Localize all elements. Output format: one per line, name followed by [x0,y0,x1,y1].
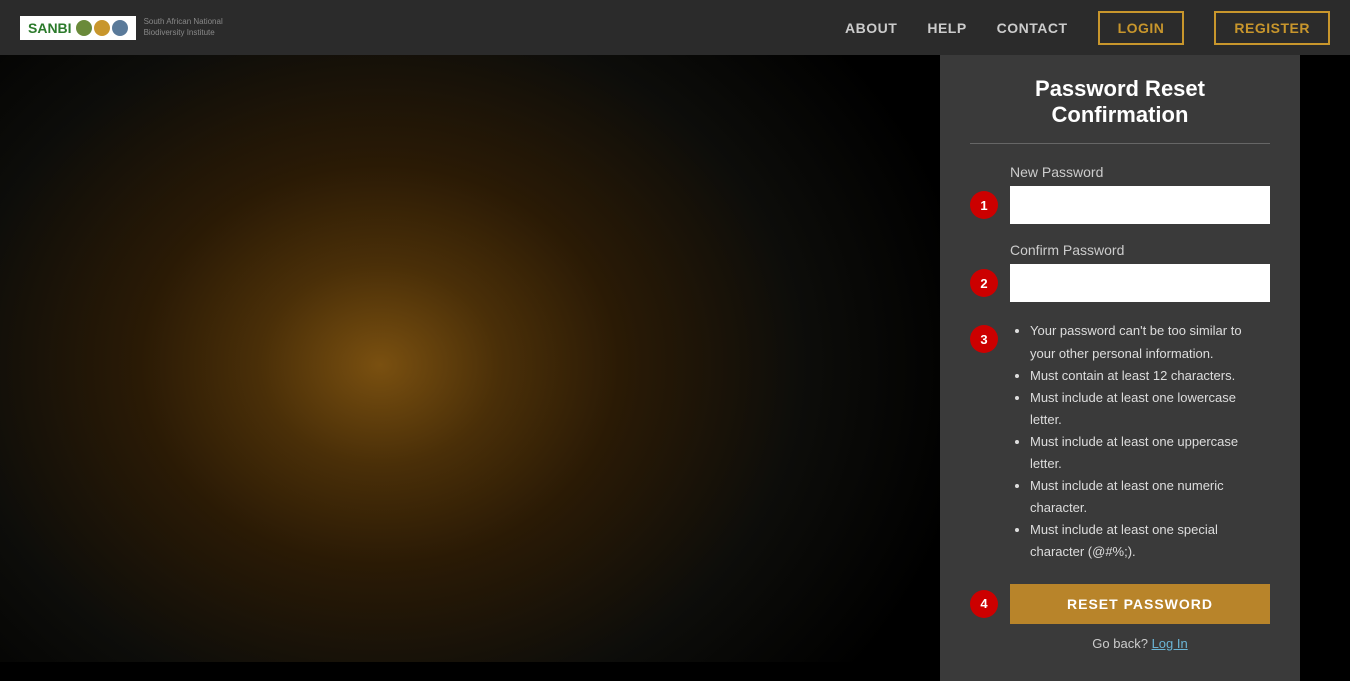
req-item-0: Your password can't be too similar to yo… [1030,320,1270,364]
step-badge-2: 2 [970,269,998,297]
req-item-4: Must include at least one numeric charac… [1030,475,1270,519]
nav-about[interactable]: ABOUT [845,20,897,36]
login-button[interactable]: LOGIN [1098,11,1185,45]
reset-password-button[interactable]: RESET PASSWORD [1010,584,1270,624]
confirm-password-row: 2 [1010,264,1270,302]
logo-container: SANBI South African National Biodiversit… [20,16,223,40]
logo-icon-1 [76,20,92,36]
logo-subtitle-line2: Biodiversity Institute [144,28,223,38]
confirm-password-group: Confirm Password 2 [1010,242,1270,302]
logo-text: SANBI [28,20,72,36]
card-title: Password Reset Confirmation [970,76,1270,144]
req-item-2: Must include at least one lowercase lett… [1030,387,1270,431]
logo-icons [76,20,128,36]
login-link[interactable]: Log In [1152,636,1188,651]
password-reset-card: Password Reset Confirmation New Password… [940,46,1300,680]
new-password-group: New Password 1 [1010,164,1270,224]
reset-button-row: 4 RESET PASSWORD [1010,584,1270,624]
go-back-section: Go back? Log In [1010,636,1270,651]
req-item-5: Must include at least one special charac… [1030,519,1270,563]
logo-subtitle-line1: South African National [144,17,223,27]
step-badge-3: 3 [970,325,998,353]
requirements-list: Your password can't be too similar to yo… [1010,320,1270,563]
navbar: SANBI South African National Biodiversit… [0,0,1350,55]
nav-help[interactable]: HELP [927,20,966,36]
register-button[interactable]: REGISTER [1214,11,1330,45]
req-item-3: Must include at least one uppercase lett… [1030,431,1270,475]
nav-links: ABOUT HELP CONTACT LOGIN REGISTER [845,11,1330,45]
logo-box: SANBI [20,16,136,40]
new-password-input[interactable] [1010,186,1270,224]
req-item-1: Must contain at least 12 characters. [1030,365,1270,387]
new-password-row: 1 [1010,186,1270,224]
logo-subtitle: South African National Biodiversity Inst… [144,17,223,38]
step-badge-4: 4 [970,590,998,618]
hero-section: Password Reset Confirmation New Password… [0,55,1350,662]
form-fields: New Password 1 Confirm Password 2 3 Your… [970,164,1270,650]
logo-icon-2 [94,20,110,36]
nav-contact[interactable]: CONTACT [997,20,1068,36]
step-badge-1: 1 [970,191,998,219]
requirements-section: 3 Your password can't be too similar to … [1010,320,1270,563]
logo-icon-3 [112,20,128,36]
new-password-label: New Password [1010,164,1270,180]
go-back-text: Go back? [1092,636,1148,651]
confirm-password-label: Confirm Password [1010,242,1270,258]
confirm-password-input[interactable] [1010,264,1270,302]
